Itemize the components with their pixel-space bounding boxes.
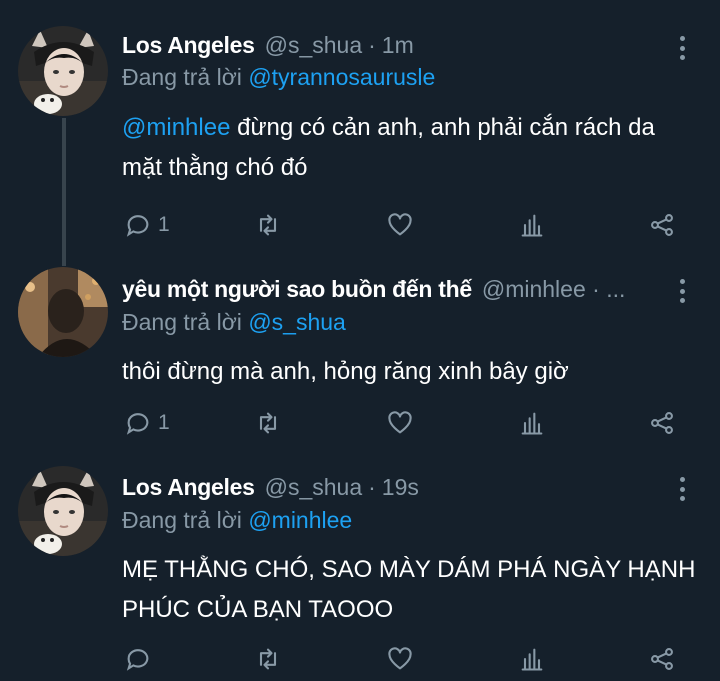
reply-icon — [126, 649, 149, 671]
display-name[interactable]: yêu một người sao buồn đến thế — [122, 276, 472, 303]
share-button[interactable] — [648, 209, 676, 241]
retweet-button[interactable] — [254, 643, 282, 675]
tweet-header: Los Angeles @s_shua · 1m — [122, 32, 672, 62]
mention-link[interactable]: @minhlee — [122, 114, 230, 141]
avatar[interactable] — [18, 26, 108, 116]
avatar-image — [18, 267, 108, 357]
tweet-1[interactable]: Los Angeles @s_shua · 1m Đang trả lời @t… — [0, 0, 720, 260]
replying-to: Đang trả lời @minhlee — [122, 507, 352, 534]
replying-to: Đang trả lời @s_shua — [122, 309, 346, 336]
share-button[interactable] — [648, 643, 676, 675]
replying-to-label: Đang trả lời — [122, 64, 242, 90]
replying-to-mention[interactable]: @tyrannosaurusle — [248, 64, 435, 90]
stats-icon — [521, 412, 543, 435]
tweet-text-content: MẸ THẰNG CHÓ, SAO MÀY DÁM PHÁ NGÀY HẠNH … — [122, 556, 696, 623]
action-bar: 1 — [122, 407, 682, 439]
more-icon[interactable] — [674, 276, 690, 306]
reply-button[interactable] — [124, 643, 152, 675]
replying-to-mention[interactable]: @minhlee — [248, 507, 352, 533]
separator-dot: · — [368, 32, 376, 58]
display-name[interactable]: Los Angeles — [122, 474, 255, 501]
avatar-image — [18, 26, 108, 116]
stats-button[interactable] — [518, 643, 546, 675]
like-button[interactable] — [386, 643, 414, 675]
share-icon — [651, 648, 673, 670]
like-button[interactable] — [386, 407, 414, 439]
tweet-header: Los Angeles @s_shua · 19s — [122, 474, 672, 504]
like-button[interactable] — [386, 209, 414, 241]
user-handle[interactable]: @minhlee · ... — [482, 276, 626, 303]
display-name[interactable]: Los Angeles — [122, 32, 255, 59]
timestamp[interactable]: 1m — [382, 32, 414, 59]
user-handle[interactable]: @s_shua — [265, 32, 363, 59]
stats-button[interactable] — [518, 407, 546, 439]
retweet-icon — [259, 648, 277, 670]
like-icon — [388, 213, 412, 236]
retweet-icon — [259, 412, 277, 434]
tweet-text-content: thôi đừng mà anh, hỏng răng xinh bây giờ — [122, 358, 569, 385]
more-icon[interactable] — [674, 33, 690, 63]
more-icon[interactable] — [674, 474, 690, 504]
action-bar: 1 — [122, 209, 682, 241]
user-handle[interactable]: @s_shua — [265, 474, 363, 501]
reply-icon — [126, 413, 149, 435]
reply-count: 1 — [158, 411, 170, 434]
avatar-image — [18, 466, 108, 556]
like-icon — [388, 647, 412, 670]
tweet-text: thôi đừng mà anh, hỏng răng xinh bây giờ — [122, 352, 698, 392]
replying-to-label: Đang trả lời — [122, 507, 242, 533]
retweet-button[interactable] — [254, 407, 282, 439]
action-bar — [122, 643, 682, 675]
share-icon — [651, 214, 673, 236]
tweet-header: yêu một người sao buồn đến thế @minhlee … — [122, 276, 672, 306]
reply-button[interactable]: 1 — [124, 407, 170, 439]
like-icon — [388, 411, 412, 434]
replying-to-mention[interactable]: @s_shua — [248, 309, 346, 335]
retweet-icon — [259, 214, 277, 236]
stats-icon — [521, 648, 543, 671]
reply-icon — [126, 215, 149, 237]
stats-button[interactable] — [518, 209, 546, 241]
reply-button[interactable]: 1 — [124, 209, 170, 241]
reply-count: 1 — [158, 213, 170, 236]
avatar[interactable] — [18, 267, 108, 357]
replying-to: Đang trả lời @tyrannosaurusle — [122, 64, 435, 91]
tweet-text: @minhlee đừng có cản anh, anh phải cắn r… — [122, 108, 698, 188]
retweet-button[interactable] — [254, 209, 282, 241]
separator-dot: · — [368, 474, 376, 500]
tweet-text: MẸ THẰNG CHÓ, SAO MÀY DÁM PHÁ NGÀY HẠNH … — [122, 550, 698, 630]
share-button[interactable] — [648, 407, 676, 439]
share-icon — [651, 412, 673, 434]
timestamp[interactable]: 19s — [382, 474, 419, 501]
replying-to-label: Đang trả lời — [122, 309, 242, 335]
avatar[interactable] — [18, 466, 108, 556]
stats-icon — [521, 214, 543, 237]
